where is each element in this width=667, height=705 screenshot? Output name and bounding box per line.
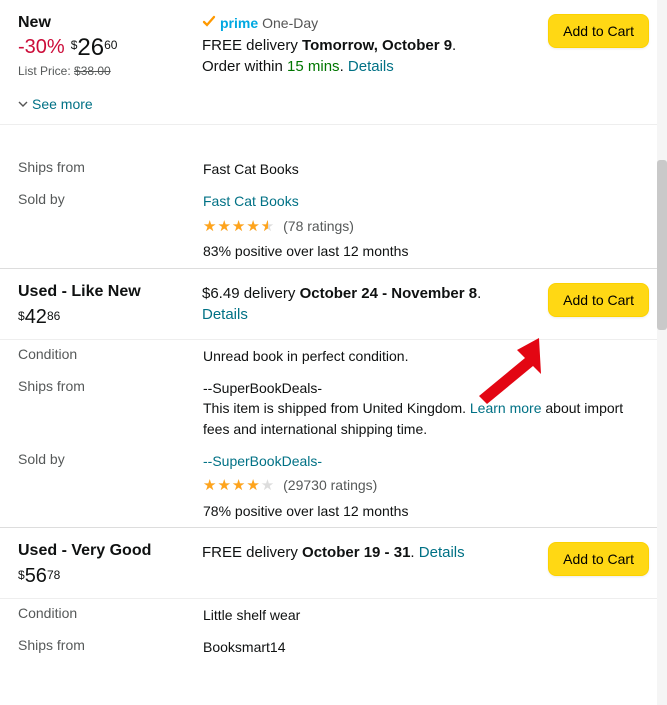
- sold-by-label: Sold by: [18, 451, 203, 467]
- offer-new-details: Condition Almost new condition. Ships fr…: [0, 124, 667, 268]
- price-symbol: $: [71, 38, 78, 52]
- ships-from-label: Ships from: [18, 637, 203, 653]
- details-link[interactable]: Details: [419, 544, 465, 561]
- seller-positive-rate: 78% positive over last 12 months: [203, 501, 649, 521]
- ships-from-value: --SuperBookDeals-: [203, 378, 649, 398]
- delivery-sep: .: [410, 544, 418, 561]
- price-whole: 56: [25, 566, 47, 586]
- offer-like-new-details: Condition Unread book in perfect conditi…: [0, 339, 667, 528]
- price-whole: 26: [77, 36, 104, 60]
- delivery-sep: .: [477, 285, 481, 302]
- order-within-label: Order within: [202, 58, 287, 75]
- ships-from-label: Ships from: [18, 378, 203, 394]
- ratings-count: (29730 ratings): [283, 477, 377, 493]
- prime-badge: prime One-Day: [202, 14, 524, 31]
- delivery-line: FREE delivery Tomorrow, October 9.: [202, 35, 524, 56]
- offer-condition-title: Used - Like New: [18, 283, 188, 301]
- delivery-line: FREE delivery October 19 - 31. Details: [202, 542, 524, 563]
- see-more-link[interactable]: See more: [18, 96, 188, 112]
- delivery-paid-price: $6.49 delivery: [202, 285, 300, 302]
- price-symbol: $: [18, 568, 25, 582]
- order-within-time: 15 mins: [287, 58, 340, 75]
- add-to-cart-button[interactable]: Add to Cart: [548, 14, 649, 48]
- condition-label: Condition: [18, 605, 203, 621]
- offer-new-header: New -30% $ 26 60 List Price: $38.00 See …: [0, 0, 667, 124]
- order-within-line: Order within 15 mins. Details: [202, 56, 524, 77]
- offer-like-new-header: Used - Like New $ 42 86 $6.49 delivery O…: [0, 268, 667, 339]
- delivery-period: .: [452, 37, 456, 54]
- price: $ 42 86: [18, 307, 60, 327]
- ships-from-note: This item is shipped from United Kingdom…: [203, 398, 649, 439]
- condition-value: Unread book in perfect condition.: [203, 346, 649, 366]
- prime-extra: One-Day: [262, 15, 318, 31]
- delivery-free: FREE delivery: [202, 37, 302, 54]
- star-rating-icon: ★★★★★ ★★★★★: [203, 475, 275, 497]
- delivery-free: FREE delivery: [202, 544, 302, 561]
- scrollbar-thumb[interactable]: [657, 160, 667, 330]
- sold-by-label: Sold by: [18, 191, 203, 207]
- ships-note-1: This item is shipped from United Kingdom…: [203, 400, 470, 416]
- list-price-label: List Price:: [18, 64, 71, 78]
- discount-pct: -30%: [18, 36, 65, 59]
- delivery-date: October 19 - 31: [302, 544, 410, 561]
- condition-label: Condition: [18, 346, 203, 362]
- chevron-down-icon: [18, 96, 28, 112]
- ratings-count: (78 ratings): [283, 218, 354, 234]
- delivery-date: October 24 - November 8: [300, 285, 478, 302]
- offer-condition-title: Used - Very Good: [18, 542, 188, 560]
- seller-positive-rate: 83% positive over last 12 months: [203, 241, 649, 261]
- list-price-value: $38.00: [74, 64, 111, 78]
- star-rating-icon: ★★★★★ ★★★★★: [203, 216, 275, 238]
- offer-very-good-details: Condition Little shelf wear Ships from B…: [0, 598, 667, 664]
- ships-from-value: Booksmart14: [203, 637, 649, 657]
- scrollbar-track[interactable]: [657, 0, 667, 705]
- offer-condition-title: New: [18, 14, 188, 32]
- details-link[interactable]: Details: [202, 306, 248, 323]
- details-link[interactable]: Details: [348, 58, 394, 75]
- delivery-line: $6.49 delivery October 24 - November 8. …: [202, 283, 524, 325]
- ships-from-label: Ships from: [18, 159, 203, 175]
- condition-value: Little shelf wear: [203, 605, 649, 625]
- add-to-cart-button[interactable]: Add to Cart: [548, 283, 649, 317]
- prime-check-icon: [202, 14, 216, 31]
- ships-from-value: Fast Cat Books: [203, 159, 649, 179]
- price: $ 56 78: [18, 566, 60, 586]
- price-whole: 42: [25, 307, 47, 327]
- price: $ 26 60: [71, 36, 118, 60]
- sold-by-seller-link[interactable]: --SuperBookDeals-: [203, 453, 322, 469]
- sold-by-seller-link[interactable]: Fast Cat Books: [203, 193, 299, 209]
- list-price: List Price: $38.00: [18, 64, 188, 78]
- price-fraction: 60: [104, 38, 117, 52]
- offer-very-good-header: Used - Very Good $ 56 78 FREE delivery O…: [0, 527, 667, 598]
- learn-more-link[interactable]: Learn more: [470, 400, 542, 416]
- see-more-label: See more: [32, 96, 93, 112]
- add-to-cart-button[interactable]: Add to Cart: [548, 542, 649, 576]
- price-fraction: 78: [47, 568, 60, 582]
- price-symbol: $: [18, 309, 25, 323]
- order-sep: .: [340, 58, 348, 75]
- delivery-date: Tomorrow, October 9: [302, 37, 452, 54]
- price-fraction: 86: [47, 309, 60, 323]
- prime-label: prime: [220, 15, 258, 31]
